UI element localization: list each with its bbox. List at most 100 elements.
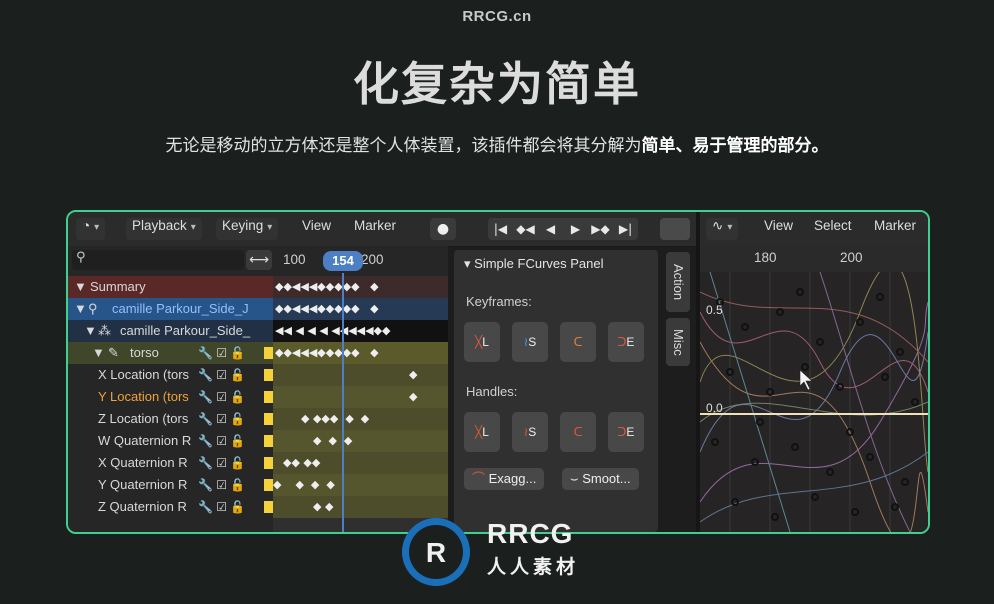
lock-icon[interactable]: 🔓 [230, 456, 245, 470]
checkbox-icon[interactable]: ☑ [216, 368, 227, 382]
row-icons: 🔧 ☑ 🔓 [198, 364, 245, 386]
marker-menu[interactable]: Marker [348, 218, 402, 240]
action-band: ◀◀ ◀ ◀ ◀ ◀◀◀◀◀◆◆ [273, 320, 448, 342]
channel-row[interactable]: W Quaternion R 🔧 ☑ 🔓 [68, 430, 273, 452]
row-icons: 🔧 ☑ 🔓 [198, 474, 245, 496]
chevron-down-icon: ▾ [190, 222, 196, 233]
lock-icon[interactable]: 🔓 [230, 500, 245, 514]
graph-marker-menu[interactable]: Marker [868, 218, 922, 240]
simple-fcurves-panel: ▾ Simple FCurves Panel Keyframes: ╳L ≀S … [454, 250, 658, 532]
smoot-label: Smoot... [582, 471, 631, 486]
wrench-icon[interactable]: 🔧 [198, 500, 213, 514]
lock-icon[interactable]: 🔓 [230, 390, 245, 404]
channel-row[interactable]: ▼ ⁂ camille Parkour_Side_ [68, 320, 273, 342]
checkbox-icon[interactable]: ☑ [216, 456, 227, 470]
graph-view-menu[interactable]: View [758, 218, 799, 240]
graph-editor-type-menu[interactable]: ∿ ▾ [706, 218, 739, 240]
wrench-icon[interactable]: 🔧 [198, 412, 213, 426]
lock-icon[interactable]: 🔓 [230, 368, 245, 382]
view-menu[interactable]: View [296, 218, 337, 240]
current-frame-indicator[interactable]: 154 [323, 251, 363, 271]
wrench-icon[interactable]: 🔧 [198, 390, 213, 404]
channel-band: ◆◆ ◆◆ [273, 452, 448, 474]
smooth-button[interactable]: ⌣ Smoot... [562, 468, 639, 490]
exaggerate-button[interactable]: ⌒ Exagg... [464, 468, 545, 490]
frame-field[interactable] [660, 218, 690, 240]
channel-row[interactable]: Y Quaternion R 🔧 ☑ 🔓 [68, 474, 273, 496]
checkbox-icon[interactable]: ☑ [216, 500, 227, 514]
tab-misc[interactable]: Misc [666, 318, 690, 366]
curve-icon: ⌒ [472, 471, 486, 486]
tab-action[interactable]: Action [666, 252, 690, 312]
armature-icon: ⚲ [88, 301, 98, 316]
curve-plot[interactable]: 0.5 0.0 [699, 262, 928, 532]
keyframe-markers: ◆ ◆◆◆ ◆ ◆ [301, 412, 370, 425]
lock-icon[interactable]: 🔓 [230, 412, 245, 426]
btn-label: L [482, 335, 489, 349]
channel-row[interactable]: X Location (tors 🔧 ☑ 🔓 [68, 364, 273, 386]
channel-row[interactable]: X Quaternion R 🔧 ☑ 🔓 [68, 452, 273, 474]
keyframe-area[interactable]: 100 200 154 ◆◆◀◀◀◆◆◆◆◆ ◆ ◆◆◀◀◀◆◆◆◆◆ ◆ ◀◀… [273, 246, 448, 532]
channel-band: ◆ [273, 386, 448, 408]
editor-type-menu[interactable]: ◔ ▾ [76, 218, 106, 240]
jump-start-icon[interactable]: |◀ [488, 218, 513, 240]
record-button[interactable]: ● [430, 218, 456, 240]
wrench-icon[interactable]: 🔧 [198, 368, 213, 382]
wrench-icon[interactable]: 🔧 [198, 346, 213, 360]
handle-end-button[interactable]: ᑐE [608, 412, 644, 452]
playback-controls: |◀ ◆◀ ◀ ▶ ▶◆ ▶| [488, 218, 638, 240]
site-watermark: RRCG.cn [462, 8, 532, 25]
playback-menu[interactable]: Playback ▾ [126, 218, 202, 240]
checkbox-icon[interactable]: ☑ [216, 434, 227, 448]
channel-row[interactable]: ▼ Summary [68, 276, 273, 298]
search-input[interactable]: ⚲ [72, 250, 244, 270]
checkbox-icon[interactable]: ☑ [216, 390, 227, 404]
channel-row[interactable]: ▼ ✎ torso 🔧 ☑ 🔓 [68, 342, 273, 364]
jump-end-icon[interactable]: ▶| [613, 218, 638, 240]
handle-ease-button[interactable]: ᑕ [560, 412, 596, 452]
next-keyframe-icon[interactable]: ▶◆ [588, 218, 613, 240]
channel-row[interactable]: Y Location (tors 🔧 ☑ 🔓 [68, 386, 273, 408]
checkbox-icon[interactable]: ☑ [216, 346, 227, 360]
playback-label: Playback [132, 218, 187, 233]
chevron-down-icon: ▾ [727, 222, 733, 233]
graph-select-menu[interactable]: Select [808, 218, 858, 240]
panel-title[interactable]: ▾ Simple FCurves Panel [464, 256, 603, 272]
wrench-icon[interactable]: 🔧 [198, 478, 213, 492]
channel-label: camille Parkour_Side_J [112, 301, 249, 316]
playhead-line [342, 273, 344, 532]
lock-icon[interactable]: 🔓 [230, 434, 245, 448]
lock-icon[interactable]: 🔓 [230, 346, 245, 360]
color-swatch [264, 457, 273, 469]
keyframe-end-button[interactable]: ᑐE [608, 322, 644, 362]
lock-icon[interactable]: 🔓 [230, 478, 245, 492]
wrench-icon[interactable]: 🔧 [198, 456, 213, 470]
btn-label: E [626, 425, 635, 439]
keyframe-smooth-button[interactable]: ≀S [512, 322, 548, 362]
keying-menu[interactable]: Keying ▾ [216, 218, 279, 240]
swap-icon[interactable]: ⟷ [246, 250, 272, 270]
channel-row[interactable]: ▼ ⚲ camille Parkour_Side_J [68, 298, 273, 320]
color-swatch [264, 369, 273, 381]
chevron-down-icon: ▾ [267, 222, 273, 233]
channel-row[interactable]: Z Location (tors 🔧 ☑ 🔓 [68, 408, 273, 430]
handle-linear-button[interactable]: ╳L [464, 412, 500, 452]
channel-label: Summary [90, 279, 146, 294]
color-swatch [264, 479, 273, 491]
keyframe-markers: ◆ ◆ [313, 500, 334, 513]
wrench-icon[interactable]: 🔧 [198, 434, 213, 448]
tick-label: 100 [283, 252, 306, 267]
keyframe-linear-button[interactable]: ╳L [464, 322, 500, 362]
channel-row[interactable]: Z Quaternion R 🔧 ☑ 🔓 [68, 496, 273, 518]
checkbox-icon[interactable]: ☑ [216, 412, 227, 426]
prev-keyframe-icon[interactable]: ◆◀ [513, 218, 538, 240]
play-icon[interactable]: ▶ [563, 218, 588, 240]
logo-subtext: 人人素材 [487, 556, 580, 578]
handle-smooth-button[interactable]: ≀S [512, 412, 548, 452]
checkbox-icon[interactable]: ☑ [216, 478, 227, 492]
color-swatch [264, 391, 273, 403]
play-reverse-icon[interactable]: ◀ [538, 218, 563, 240]
tick-label: 200 [840, 250, 863, 265]
keyframe-ease-button[interactable]: ᑕ [560, 322, 596, 362]
row-icons: 🔧 ☑ 🔓 [198, 386, 245, 408]
